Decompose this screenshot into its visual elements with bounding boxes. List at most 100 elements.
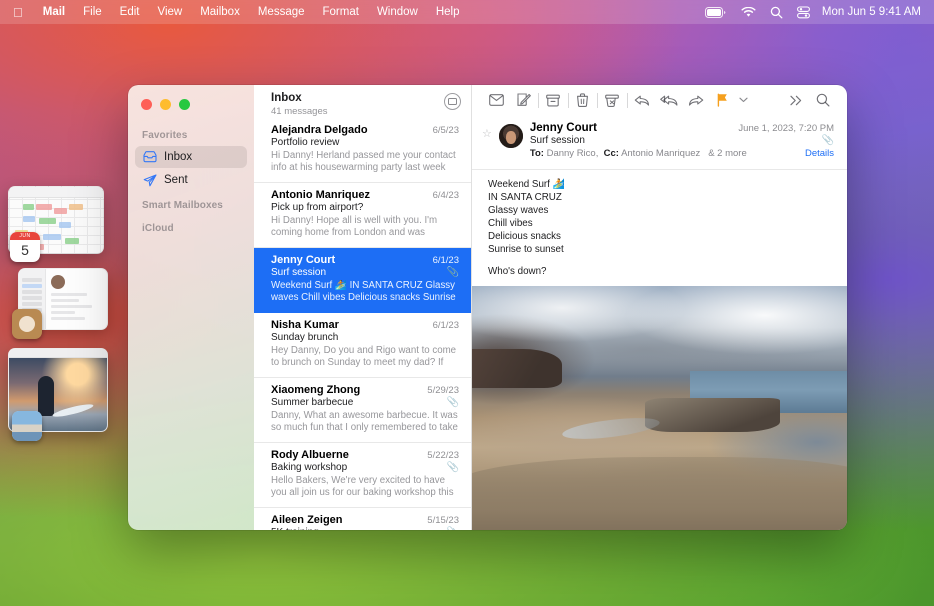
message-list-item[interactable]: Antonio Manriquez 6/4/23 Pick up from air… [254,183,471,248]
search-icon[interactable] [763,6,790,19]
zoom-button[interactable] [179,99,190,110]
star-outline-icon[interactable]: ☆ [482,122,492,140]
menu-item-format[interactable]: Format [314,0,368,24]
body-line: Weekend Surf 🏄 [488,179,565,190]
message-preview: Hi Danny! Hope all is well with you. I'm… [271,215,438,238]
mailbox-title: Inbox [271,92,302,104]
sidebar-item-sent[interactable]: Sent [135,169,247,191]
photo-foreground-rock-region [472,456,847,530]
message-list-scroll[interactable]: Alejandra Delgado 6/5/23 Portfolio review… [254,113,471,530]
body-line: IN SANTA CRUZ [488,192,562,203]
message-sender: Jenny Court [271,254,336,266]
contacts-app-icon[interactable] [12,309,42,339]
flag-icon[interactable] [709,89,736,112]
message-subject: Summer barbecue [271,397,354,408]
reply-arrow-icon[interactable] [628,89,655,112]
calendar-app-icon[interactable]: JUN 5 [10,232,40,262]
control-center-icon[interactable] [790,5,817,19]
menu-item-window[interactable]: Window [368,0,427,24]
minimize-button[interactable] [160,99,171,110]
message-toolbar [472,85,847,115]
sidebar-item-inbox[interactable]: Inbox [135,146,247,168]
message-sender: Rody Albuerne [271,449,349,461]
menu-item-edit[interactable]: Edit [111,0,149,24]
message-sender: Alejandra Delgado [271,124,368,136]
menu-bar-clock[interactable]: Mon Jun 5 9:41 AM [817,6,934,18]
calendar-icon-month: JUN [10,232,40,240]
menu-item-file[interactable]: File [74,0,111,24]
message-list-item[interactable]: Nisha Kumar 6/1/23 Sunday brunch Hey Dann… [254,313,471,378]
body-line: Delicious snacks [488,231,561,242]
message-list-item-selected[interactable]: Jenny Court 6/1/23 Surf session 📎 Weekend … [254,248,471,313]
search-icon[interactable] [809,89,836,112]
photo-wet-patch-region [561,414,661,444]
window-traffic-lights [128,91,254,122]
more-recipients: & 2 more [708,148,747,159]
message-sender: Aileen Zeigen [271,514,343,526]
message-sender: Antonio Manriquez [271,189,370,201]
filter-messages-button[interactable] [444,93,461,110]
cc-label: Cc: [603,148,619,159]
photos-app-icon[interactable] [12,411,42,441]
reply-all-arrow-icon[interactable] [655,89,682,112]
double-chevron-right-icon[interactable] [782,89,809,112]
menu-item-view[interactable]: View [148,0,191,24]
close-button[interactable] [141,99,152,110]
message-subject: Portfolio review [271,137,340,148]
details-link[interactable]: Details [805,148,834,159]
cc-value: Antonio Manriquez [621,148,701,159]
message-list-item[interactable]: Alejandra Delgado 6/5/23 Portfolio review… [254,118,471,183]
attachment-image-container[interactable] [472,286,847,530]
chevron-down-icon[interactable] [736,89,750,112]
sidebar-section-icloud: iCloud [142,223,174,234]
junk-bin-icon[interactable] [599,89,626,112]
mail-window: Favorites Inbox Sent Smart Mailboxes iCl… [128,85,847,530]
body-line: Chill vibes [488,218,533,229]
message-list-item[interactable]: Rody Albuerne 5/22/23 Baking workshop 📎 He… [254,443,471,508]
paperclip-icon: 📎 [447,527,459,530]
message-sender: Nisha Kumar [271,319,339,331]
compose-pencil-icon[interactable] [510,89,537,112]
paperclip-icon: 📎 [446,267,459,278]
menu-bar:  Mail File Edit View Mailbox Message Fo… [0,0,934,24]
sidebar-item-sent-label: Sent [164,174,188,186]
message-preview: Hello Bakers, We're very excited to have… [271,475,454,498]
menu-item-mailbox[interactable]: Mailbox [191,0,249,24]
message-body: Weekend Surf 🏄 IN SANTA CRUZ Glassy wave… [472,169,847,286]
contacts-thumbnail-detail [46,269,107,329]
message-list-header: Inbox 41 messages [254,85,471,117]
sidebar-section-smart-mailboxes: Smart Mailboxes [142,200,223,211]
message-list-item[interactable]: Aileen Zeigen5/15/23 5K training📎 Hey Da… [254,508,471,530]
message-subject: 5K training [271,527,319,530]
message-recipients: To: Danny Rico, Cc: Antonio Manriquez & … [530,148,834,159]
wifi-icon[interactable] [734,6,763,18]
apple-logo-icon[interactable]:  [0,6,34,19]
menu-item-mail[interactable]: Mail [34,0,74,24]
message-list-item[interactable]: Xiaomeng Zhong 5/29/23 Summer barbecue 📎 D… [254,378,471,443]
message-sender-name: Jenny Court [529,122,597,134]
calendar-thumbnail-toolbar [9,187,103,198]
photo-dark-rock-region [472,349,562,389]
trash-icon[interactable] [569,89,596,112]
photos-window-thumbnail[interactable] [8,348,108,441]
message-subject: Baking workshop [271,462,348,473]
calendar-window-thumbnail[interactable]: JUN 5 [8,186,104,262]
battery-icon[interactable] [698,6,734,18]
photos-thumbnail-toolbar [9,349,107,358]
menu-item-message[interactable]: Message [249,0,314,24]
menu-item-help[interactable]: Help [427,0,469,24]
archive-box-icon[interactable] [540,89,567,112]
to-value: Danny Rico, [546,148,599,159]
message-date: 6/5/23 [432,125,459,136]
contacts-window-thumbnail[interactable] [12,268,108,339]
forward-arrow-icon[interactable] [682,89,709,112]
message-date: 6/1/23 [432,320,459,331]
coastal-rocks-photo[interactable] [472,286,847,530]
calendar-icon-day: 5 [21,242,29,258]
message-subject-line: Surf session [529,135,585,146]
sender-avatar [498,124,523,148]
message-date: 5/22/23 [427,450,459,461]
paperclip-icon: 📎 [446,462,459,473]
sidebar-section-favorites: Favorites [142,130,188,141]
envelope-icon[interactable] [483,89,510,112]
